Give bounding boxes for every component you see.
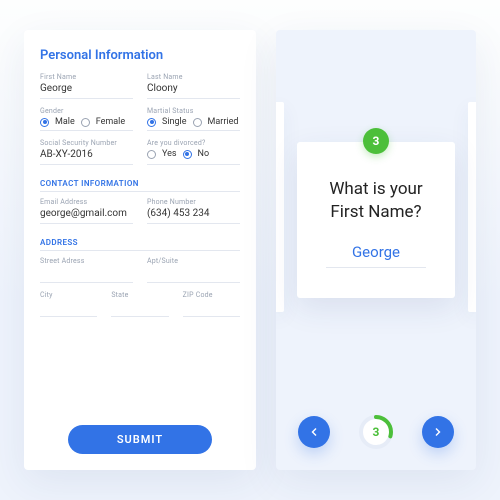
marital-single-radio[interactable] bbox=[147, 118, 156, 127]
apt-label: Apt/Suite bbox=[147, 257, 240, 265]
phone-label: Phone Number bbox=[147, 198, 240, 206]
divorced-field: Are you divorced? Yes No bbox=[147, 139, 240, 165]
last-name-field[interactable]: Last Name Cloony bbox=[147, 73, 240, 99]
wizard-question: What is your First Name? bbox=[313, 178, 439, 224]
contact-section-label: CONTACT INFORMATION bbox=[40, 179, 240, 192]
first-name-value: George bbox=[40, 83, 133, 95]
divorced-no-radio[interactable] bbox=[183, 150, 192, 159]
state-label: State bbox=[111, 291, 168, 299]
state-value bbox=[111, 301, 168, 313]
zip-field[interactable]: ZIP Code bbox=[183, 291, 240, 317]
wizard-stage: 3 What is your First Name? George bbox=[276, 30, 476, 400]
gender-label: Gender bbox=[40, 107, 133, 115]
marital-field: Martial Status Single Married bbox=[147, 107, 240, 131]
street-value bbox=[40, 267, 133, 279]
first-name-label: First Name bbox=[40, 73, 133, 81]
divorced-yes-label: Yes bbox=[162, 149, 177, 159]
city-label: City bbox=[40, 291, 97, 299]
ssn-field[interactable]: Social Security Number AB-XY-2016 bbox=[40, 139, 133, 165]
wizard-screen: 3 What is your First Name? George 3 bbox=[276, 30, 476, 470]
divorced-label: Are you divorced? bbox=[147, 139, 240, 147]
city-value bbox=[40, 301, 97, 313]
state-field[interactable]: State bbox=[111, 291, 168, 317]
last-name-value: Cloony bbox=[147, 83, 240, 95]
wizard-answer-input[interactable]: George bbox=[326, 243, 427, 268]
email-label: Email Address bbox=[40, 198, 133, 206]
phone-value: (634) 453 234 bbox=[147, 208, 240, 220]
divorced-no-label: No bbox=[198, 149, 210, 159]
divorced-yes-radio[interactable] bbox=[147, 150, 156, 159]
marital-married-label: Married bbox=[208, 117, 239, 127]
ssn-value: AB-XY-2016 bbox=[40, 149, 133, 161]
email-value: george@gmail.com bbox=[40, 208, 133, 220]
apt-value bbox=[147, 267, 240, 279]
step-badge: 3 bbox=[363, 128, 389, 154]
wizard-card-next-peek[interactable] bbox=[468, 102, 476, 312]
wizard-progress-number: 3 bbox=[358, 414, 394, 450]
chevron-left-icon bbox=[308, 426, 320, 438]
zip-value bbox=[183, 301, 240, 313]
last-name-label: Last Name bbox=[147, 73, 240, 81]
ssn-label: Social Security Number bbox=[40, 139, 133, 147]
street-field[interactable]: Street Adress bbox=[40, 257, 133, 283]
marital-single-label: Single bbox=[162, 117, 187, 127]
wizard-next-button[interactable] bbox=[422, 416, 454, 448]
marital-married-radio[interactable] bbox=[193, 118, 202, 127]
phone-field[interactable]: Phone Number (634) 453 234 bbox=[147, 198, 240, 224]
wizard-nav: 3 bbox=[276, 400, 476, 470]
gender-female-label: Female bbox=[96, 117, 125, 127]
gender-male-radio[interactable] bbox=[40, 118, 49, 127]
wizard-card: 3 What is your First Name? George bbox=[297, 142, 455, 298]
submit-button[interactable]: SUBMIT bbox=[68, 425, 212, 454]
apt-field[interactable]: Apt/Suite bbox=[147, 257, 240, 283]
personal-info-card: Personal Information First Name George L… bbox=[24, 30, 256, 470]
marital-label: Martial Status bbox=[147, 107, 240, 115]
first-name-field[interactable]: First Name George bbox=[40, 73, 133, 99]
zip-label: ZIP Code bbox=[183, 291, 240, 299]
gender-male-label: Male bbox=[55, 117, 75, 127]
wizard-prev-button[interactable] bbox=[298, 416, 330, 448]
gender-field: Gender Male Female bbox=[40, 107, 133, 131]
form-title: Personal Information bbox=[40, 48, 240, 63]
gender-female-radio[interactable] bbox=[81, 118, 90, 127]
street-label: Street Adress bbox=[40, 257, 133, 265]
wizard-progress-ring: 3 bbox=[358, 414, 394, 450]
city-field[interactable]: City bbox=[40, 291, 97, 317]
email-field[interactable]: Email Address george@gmail.com bbox=[40, 198, 133, 224]
chevron-right-icon bbox=[432, 426, 444, 438]
address-section-label: ADDRESS bbox=[40, 238, 240, 251]
wizard-card-prev-peek[interactable] bbox=[276, 102, 284, 312]
